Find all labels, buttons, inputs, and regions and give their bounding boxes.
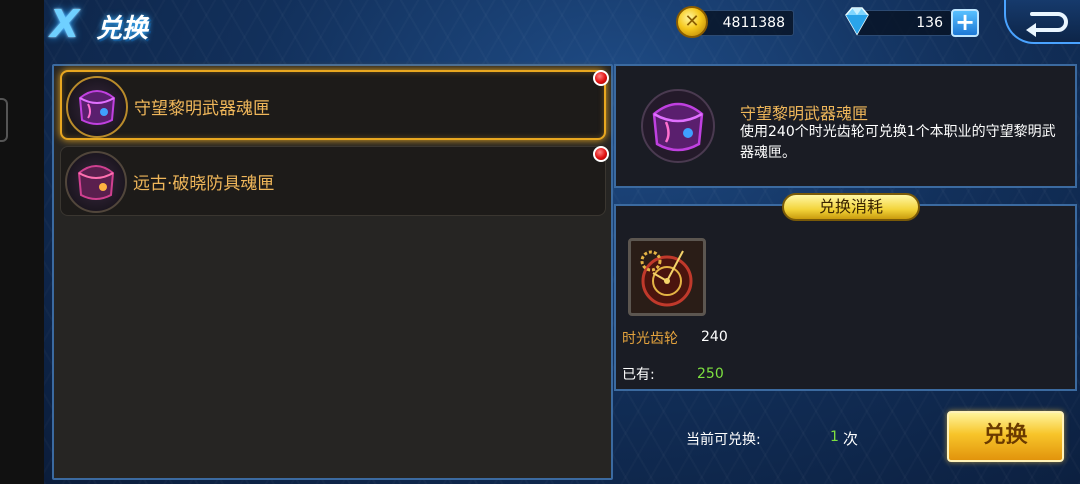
item-detail-panel: 守望黎明武器魂匣 使用240个时光齿轮可兑换1个本职业的守望黎明武器魂匣。	[614, 64, 1077, 188]
device-side-handle	[0, 98, 8, 142]
available-exchanges-count: 1	[830, 429, 839, 445]
item-label: 守望黎明武器魂匣	[134, 99, 270, 119]
owned-amount: 250	[697, 366, 724, 382]
exchange-item-list: 守望黎明武器魂匣 远古·破晓防具魂匣	[52, 64, 613, 480]
owned-label: 已有:	[622, 367, 655, 383]
title-x-emblem-icon: X	[50, 2, 80, 46]
list-item-watch-dawn-weapon-box[interactable]: 守望黎明武器魂匣	[60, 70, 606, 140]
exchange-button[interactable]: 兑换	[947, 411, 1064, 462]
back-button[interactable]	[1004, 0, 1080, 44]
diamond-amount: 136	[916, 15, 943, 31]
detail-soul-box-icon	[638, 86, 718, 166]
material-name: 时光齿轮	[622, 331, 678, 347]
gold-amount: 4811388	[722, 15, 785, 31]
detail-item-description: 使用240个时光齿轮可兑换1个本职业的守望黎明武器魂匣。	[740, 124, 1056, 161]
available-exchanges-unit: 次	[843, 430, 859, 448]
time-gear-icon	[640, 250, 693, 307]
list-item-ancient-dawn-armor-box[interactable]: 远古·破晓防具魂匣	[60, 146, 606, 216]
title-text: 兑换	[96, 14, 149, 44]
available-exchanges-label: 当前可兑换:	[686, 432, 761, 448]
add-diamonds-button[interactable]: +	[951, 9, 979, 37]
notification-badge	[593, 146, 609, 162]
item-label: 远古·破晓防具魂匣	[133, 174, 275, 194]
material-required-amount: 240	[701, 329, 728, 345]
material-slot[interactable]	[628, 238, 706, 316]
exchange-cost-tab: 兑换消耗	[782, 193, 920, 221]
gold-counter: 4811388	[694, 10, 794, 36]
soul-box-icon	[66, 76, 128, 138]
exchange-screen: X 兑换 4811388 ✕ 136 + 守望黎明武器魂匣 远古·破晓防具魂匣 …	[44, 0, 1080, 484]
diamond-icon	[845, 7, 869, 36]
device-side-bar	[0, 0, 44, 484]
gold-coin-icon: ✕	[676, 6, 708, 38]
notification-badge	[593, 70, 609, 86]
detail-item-name: 守望黎明武器魂匣	[740, 104, 869, 123]
soul-box-icon	[65, 151, 127, 213]
back-arrow-icon	[1026, 12, 1068, 37]
screen-title: X 兑换	[50, 0, 180, 50]
